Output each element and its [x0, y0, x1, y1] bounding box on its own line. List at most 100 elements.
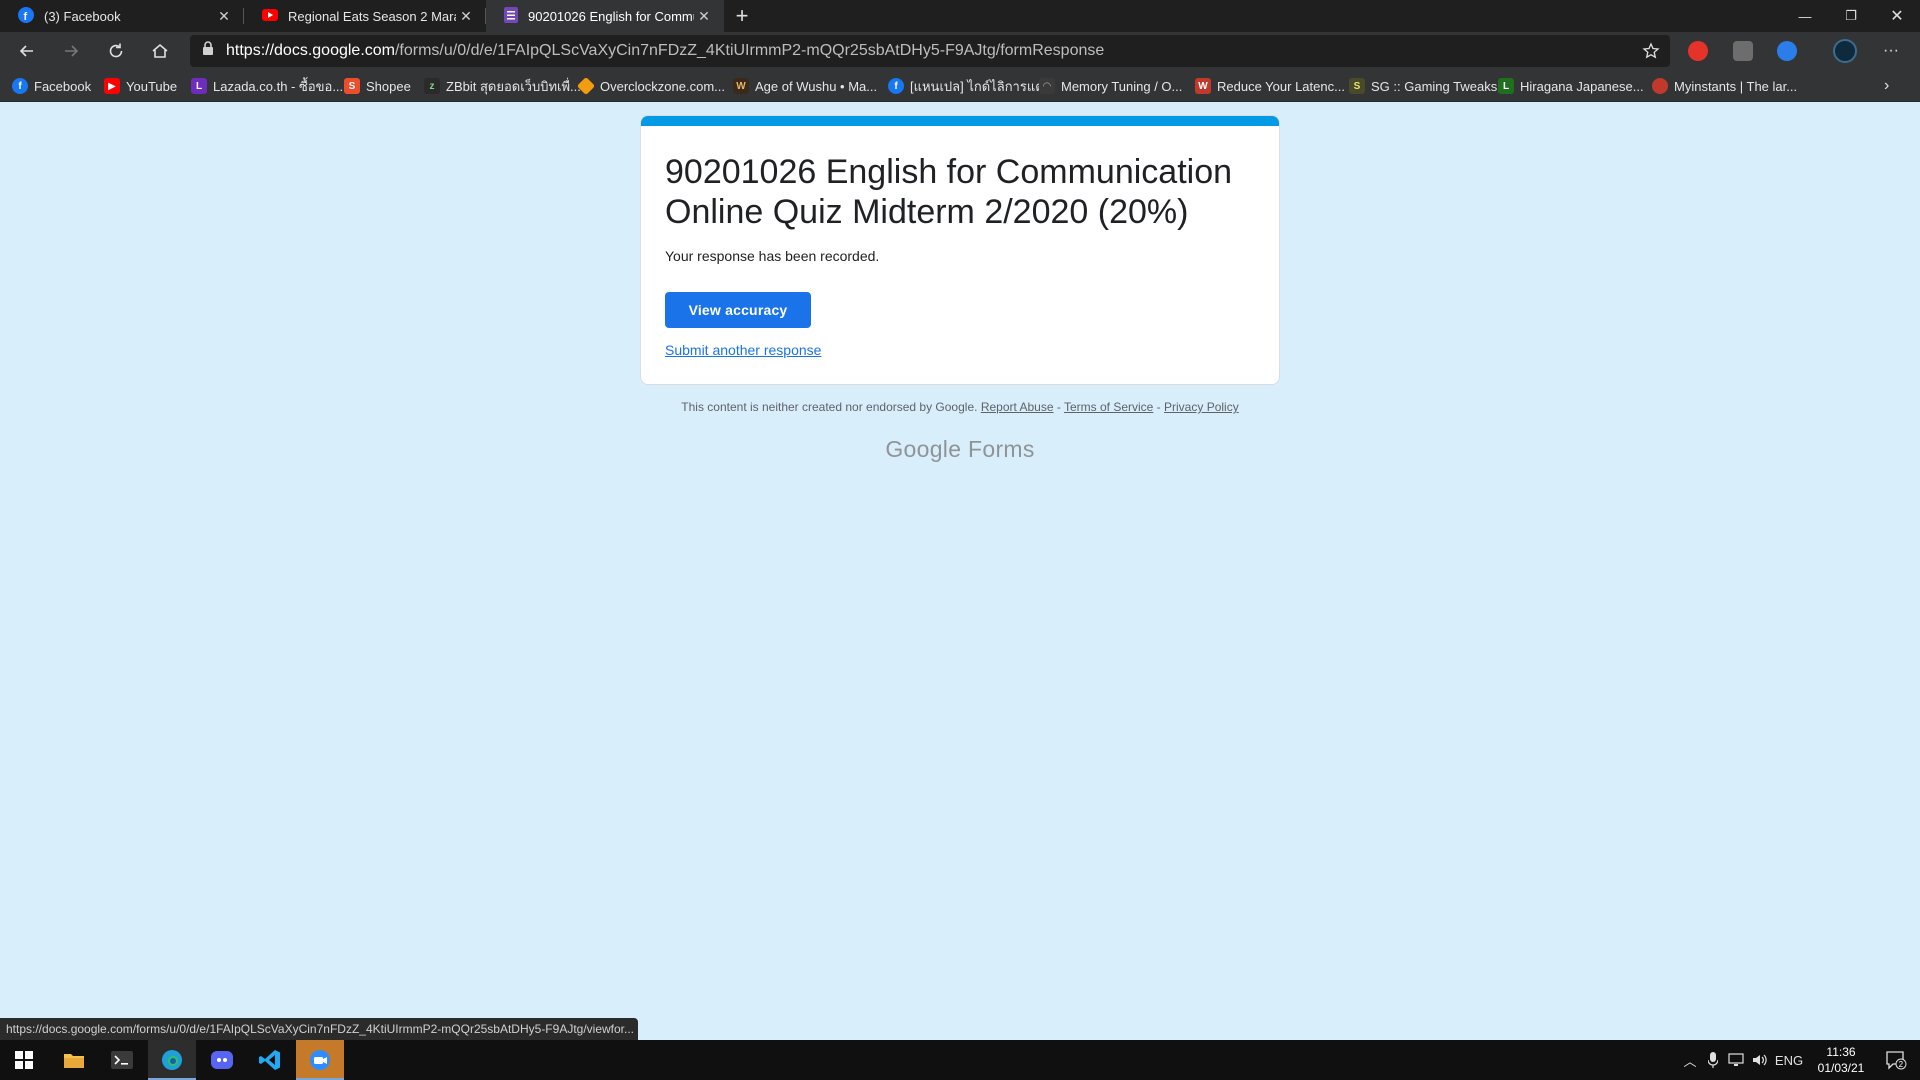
- bookmark-age-of-wushu[interactable]: W Age of Wushu • Ma...: [733, 76, 877, 96]
- form-title: 90201026 English for Communication Onlin…: [665, 153, 1233, 231]
- new-tab-plus-icon[interactable]: +: [729, 3, 755, 29]
- report-abuse-link[interactable]: Report Abuse: [981, 400, 1054, 414]
- bookmark-label: Overclockzone.com...: [600, 78, 725, 94]
- volume-icon[interactable]: [1748, 1040, 1772, 1080]
- bookmark-label: Hiragana Japanese...: [1520, 78, 1644, 94]
- lock-icon[interactable]: [202, 41, 214, 61]
- lazada-icon: L: [191, 78, 207, 94]
- sg-gaming-icon: S: [1349, 78, 1365, 94]
- bookmark-label: [แหนเปล] ไกด์ไลิการแต่...: [910, 78, 1055, 94]
- restore-icon[interactable]: ❐: [1828, 0, 1874, 32]
- bookmark-label: ZBbit สุดยอดเว็บบิทเพื่...: [446, 78, 581, 94]
- youtube-icon: ▶: [104, 78, 120, 94]
- bookmarks-overflow-chevron-icon[interactable]: ›: [1884, 76, 1889, 96]
- bookmark-zbbit[interactable]: z ZBbit สุดยอดเว็บบิทเพื่...: [424, 76, 581, 96]
- gauge-icon: ◠: [1039, 78, 1055, 94]
- close-window-icon[interactable]: ✕: [1874, 0, 1920, 32]
- bookmark-label: Age of Wushu • Ma...: [755, 78, 878, 94]
- form-response-card: 90201026 English for Communication Onlin…: [640, 115, 1280, 385]
- form-accent-bar: [641, 116, 1279, 126]
- bookmark-facebook[interactable]: f Facebook: [12, 76, 91, 96]
- facebook-icon: f: [888, 78, 904, 94]
- close-tab-icon[interactable]: ✕: [214, 6, 234, 26]
- bookmark-memory-tuning[interactable]: ◠ Memory Tuning / O...: [1039, 76, 1182, 96]
- extension-icon-blue[interactable]: [1777, 41, 1797, 61]
- close-tab-icon[interactable]: ✕: [694, 6, 714, 26]
- forms-wordmark: Forms: [968, 436, 1035, 462]
- bookmark-label: Shopee: [366, 78, 411, 94]
- extension-icon-red[interactable]: [1688, 41, 1708, 61]
- bookmark-reduce-latency[interactable]: W Reduce Your Latenc...: [1195, 76, 1345, 96]
- tab-forms[interactable]: 90201026 English for Communication ✕: [486, 0, 724, 32]
- tab-youtube[interactable]: Regional Eats Season 2 Marathon ✕: [244, 0, 486, 32]
- forward-icon[interactable]: [56, 36, 86, 66]
- bookmark-lazada[interactable]: L Lazada.co.th - ซื้อขอ...: [191, 76, 343, 96]
- input-language-indicator[interactable]: ENG: [1772, 1040, 1806, 1080]
- bookmark-label: Memory Tuning / O...: [1061, 78, 1183, 94]
- vscode-icon[interactable]: [246, 1040, 294, 1080]
- notification-count: 2: [1899, 1060, 1904, 1069]
- network-icon[interactable]: [1724, 1040, 1748, 1080]
- file-explorer-icon[interactable]: [50, 1040, 98, 1080]
- response-recorded-message: Your response has been recorded.: [665, 248, 880, 264]
- view-accuracy-button[interactable]: View accuracy: [665, 292, 811, 328]
- favorite-star-icon[interactable]: [1636, 36, 1666, 66]
- bookmark-sg-gaming[interactable]: S SG :: Gaming Tweaks: [1349, 76, 1497, 96]
- bookmark-guide[interactable]: f [แหนเปล] ไกด์ไลิการแต่...: [888, 76, 1055, 96]
- clock-date: 01/03/21: [1817, 1061, 1865, 1075]
- refresh-icon[interactable]: [101, 36, 131, 66]
- bookmark-label: SG :: Gaming Tweaks: [1371, 78, 1498, 94]
- tab-title: (3) Facebook: [44, 8, 121, 24]
- url-text: https://docs.google.com/forms/u/0/d/e/1F…: [226, 42, 1104, 60]
- tab-title: 90201026 English for Communication: [528, 8, 694, 24]
- google-wordmark: Google: [885, 436, 962, 462]
- windows-taskbar: ︿ ENG 11:36 01/03/21 2: [0, 1040, 1920, 1080]
- microphone-icon[interactable]: [1702, 1040, 1724, 1080]
- myinstants-icon: [1652, 78, 1668, 94]
- form-footer: This content is neither created nor endo…: [640, 400, 1280, 414]
- extension-icon-gray[interactable]: [1733, 41, 1753, 61]
- disclaimer-text: This content is neither created nor endo…: [681, 400, 978, 414]
- windows-start-icon[interactable]: [0, 1040, 48, 1080]
- profile-avatar[interactable]: [1833, 39, 1857, 63]
- discord-icon[interactable]: [198, 1040, 246, 1080]
- youtube-icon: [262, 8, 278, 24]
- bookmark-label: Myinstants | The lar...: [1674, 78, 1798, 94]
- facebook-icon: f: [12, 78, 28, 94]
- system-clock[interactable]: 11:36 01/03/21: [1806, 1044, 1876, 1076]
- home-icon[interactable]: [145, 36, 175, 66]
- tab-title: Regional Eats Season 2 Marathon: [288, 8, 456, 24]
- edge-browser-icon[interactable]: [148, 1040, 196, 1080]
- footer-separator: -: [1053, 400, 1064, 414]
- bookmark-youtube[interactable]: ▶ YouTube: [104, 76, 177, 96]
- tab-strip: f (3) Facebook ✕ Regional Eats Season 2 …: [0, 0, 1920, 32]
- google-forms-logo[interactable]: Google Forms: [640, 436, 1280, 463]
- tab-facebook[interactable]: f (3) Facebook ✕: [0, 0, 244, 32]
- shopee-icon: S: [344, 78, 360, 94]
- tray-overflow-chevron-icon[interactable]: ︿: [1678, 1040, 1702, 1080]
- close-tab-icon[interactable]: ✕: [456, 6, 476, 26]
- browser-toolbar: https://docs.google.com/forms/u/0/d/e/1F…: [0, 32, 1920, 70]
- terminal-icon[interactable]: [98, 1040, 146, 1080]
- bookmark-shopee[interactable]: S Shopee: [344, 76, 411, 96]
- minimize-icon[interactable]: —: [1782, 0, 1828, 32]
- submit-another-response-link[interactable]: Submit another response: [665, 342, 821, 358]
- privacy-policy-link[interactable]: Privacy Policy: [1164, 400, 1239, 414]
- bookmark-hiragana[interactable]: L Hiragana Japanese...: [1498, 76, 1644, 96]
- address-bar[interactable]: https://docs.google.com/forms/u/0/d/e/1F…: [190, 35, 1670, 67]
- footer-separator: -: [1153, 400, 1165, 414]
- back-icon[interactable]: [12, 36, 42, 66]
- bookmark-myinstants[interactable]: Myinstants | The lar...: [1652, 76, 1797, 96]
- facebook-icon: f: [18, 6, 34, 26]
- more-menu-icon[interactable]: ···: [1876, 36, 1906, 66]
- zoom-icon[interactable]: [296, 1040, 344, 1080]
- forms-icon: [504, 6, 518, 26]
- bookmark-label: Facebook: [34, 78, 92, 94]
- notification-center-icon[interactable]: 2: [1876, 1040, 1916, 1080]
- hiragana-icon: L: [1498, 78, 1514, 94]
- terms-of-service-link[interactable]: Terms of Service: [1064, 400, 1153, 414]
- svg-text:f: f: [24, 11, 28, 23]
- zbbit-icon: z: [424, 78, 440, 94]
- url-host: https://docs.google.com: [226, 42, 395, 59]
- bookmark-overclockzone[interactable]: Overclockzone.com...: [576, 76, 725, 96]
